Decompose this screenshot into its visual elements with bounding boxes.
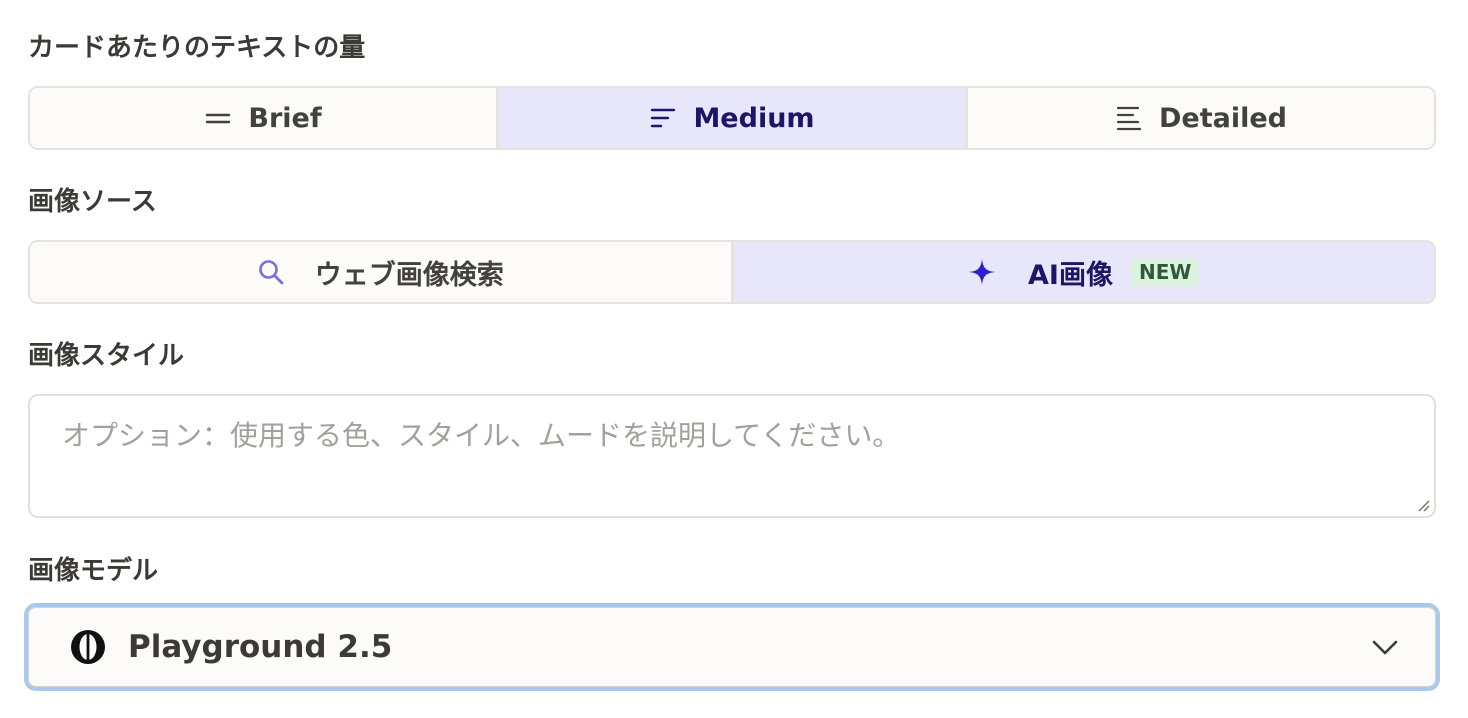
playground-logo-icon: [70, 629, 106, 665]
sparkle-icon: [968, 258, 996, 286]
image-source-ai-image-option[interactable]: AI画像 NEW: [730, 242, 1434, 302]
short-lines-icon: [649, 104, 677, 132]
search-icon: [257, 258, 285, 286]
web-search-option-label: ウェブ画像検索: [314, 259, 504, 291]
image-source-selector: ウェブ画像検索 AI画像 NEW: [28, 240, 1436, 304]
brief-option-label: Brief: [248, 102, 322, 134]
image-model-label: 画像モデル: [28, 556, 159, 586]
ai-image-option-label: AI画像: [1028, 259, 1113, 291]
resize-grip-icon[interactable]: [1415, 497, 1431, 513]
image-style-field-wrapper: [28, 394, 1436, 518]
detailed-option-label: Detailed: [1159, 102, 1287, 134]
chevron-down-icon: [1370, 632, 1400, 662]
image-source-label: 画像ソース: [28, 187, 157, 217]
text-amount-selector: Brief Medium Detailed: [28, 86, 1436, 150]
medium-option-label: Medium: [693, 102, 815, 134]
image-style-label: 画像スタイル: [28, 341, 185, 371]
equals-lines-icon: [204, 104, 232, 132]
image-model-select[interactable]: Playground 2.5: [24, 603, 1440, 691]
image-style-input[interactable]: [30, 396, 1434, 516]
text-amount-label: カードあたりのテキストの量: [28, 33, 366, 63]
image-model-value: Playground 2.5: [128, 629, 393, 665]
text-amount-brief-option[interactable]: Brief: [30, 88, 496, 148]
new-badge: NEW: [1130, 258, 1200, 286]
text-amount-detailed-option[interactable]: Detailed: [965, 88, 1434, 148]
long-lines-icon: [1115, 104, 1143, 132]
image-source-web-search-option[interactable]: ウェブ画像検索: [30, 242, 731, 302]
text-amount-medium-option[interactable]: Medium: [496, 88, 965, 148]
